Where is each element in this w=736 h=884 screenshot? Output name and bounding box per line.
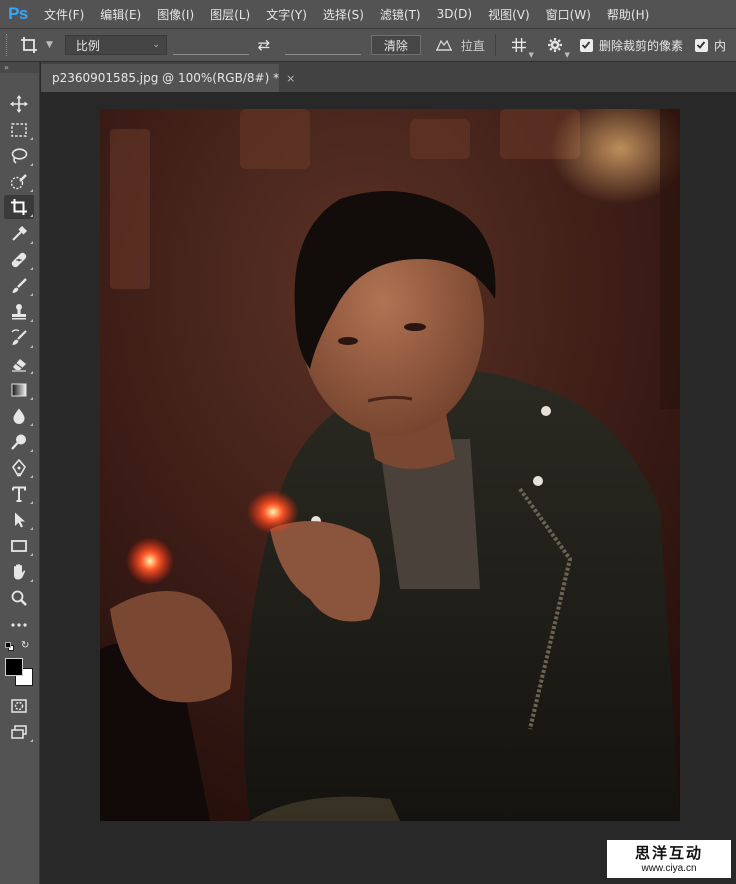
menu-bar: Ps 文件(F) 编辑(E) 图像(I) 图层(L) 文字(Y) 选择(S) 滤…	[0, 0, 736, 28]
close-icon[interactable]: ×	[286, 72, 295, 85]
more-tools-icon[interactable]	[4, 613, 34, 637]
eyedropper-tool-icon[interactable]	[4, 222, 34, 246]
menu-help[interactable]: 帮助(H)	[599, 6, 657, 23]
content-aware-checkbox[interactable]	[694, 38, 708, 52]
content-aware-label: 内	[713, 38, 726, 53]
dodge-tool-icon[interactable]	[4, 430, 34, 454]
brush-tool-icon[interactable]	[4, 274, 34, 298]
pen-tool-icon[interactable]	[4, 456, 34, 480]
zoom-tool-icon[interactable]	[4, 586, 34, 610]
swap-colors-icon[interactable]: ↻	[21, 640, 29, 652]
ratio-select[interactable]: 比例 ⌄	[64, 35, 167, 55]
document-image[interactable]	[100, 109, 680, 821]
document-tab-title: p2360901585.jpg @ 100%(RGB/8#) *	[52, 71, 280, 85]
menu-type[interactable]: 文字(Y)	[258, 6, 315, 23]
menu-file[interactable]: 文件(F)	[36, 6, 92, 23]
watermark-logo: 思洋互动 www.ciya.cn	[607, 840, 731, 878]
menu-view[interactable]: 视图(V)	[480, 6, 538, 23]
clone-stamp-tool-icon[interactable]	[4, 300, 34, 324]
overlay-grid-icon[interactable]: ▼	[506, 37, 534, 59]
hand-tool-icon[interactable]	[4, 560, 34, 584]
document-tab[interactable]: p2360901585.jpg @ 100%(RGB/8#) * ×	[41, 64, 295, 92]
watermark-url: www.ciya.cn	[641, 863, 697, 874]
path-selection-tool-icon[interactable]	[4, 508, 34, 532]
quick-selection-tool-icon[interactable]	[4, 170, 34, 194]
healing-brush-tool-icon[interactable]	[4, 248, 34, 272]
crop-tool-icon[interactable]	[4, 195, 34, 219]
eraser-tool-icon[interactable]	[4, 352, 34, 376]
menu-filter[interactable]: 滤镜(T)	[372, 6, 429, 23]
clear-button[interactable]: 清除	[370, 35, 421, 55]
marquee-tool-icon[interactable]	[4, 118, 34, 142]
photo-illustration	[100, 109, 680, 821]
screen-mode-icon[interactable]	[4, 720, 34, 744]
gear-icon[interactable]: ▼	[542, 37, 570, 59]
height-field[interactable]	[284, 35, 361, 55]
rectangle-tool-icon[interactable]	[4, 534, 34, 558]
collapse-panel-icon[interactable]: »	[0, 62, 39, 73]
menu-select[interactable]: 选择(S)	[315, 6, 372, 23]
app-logo[interactable]: Ps	[0, 0, 36, 28]
gradient-tool-icon[interactable]	[4, 378, 34, 402]
document-tab-bar: p2360901585.jpg @ 100%(RGB/8#) * ×	[41, 62, 736, 92]
chevron-down-icon[interactable]: ▼	[46, 40, 53, 50]
foreground-color-swatch[interactable]	[5, 658, 23, 676]
straighten-icon[interactable]	[433, 38, 455, 52]
width-field[interactable]	[172, 35, 249, 55]
crop-preset-icon[interactable]	[12, 32, 46, 58]
menu-3d[interactable]: 3D(D)	[429, 7, 480, 21]
menu-edit[interactable]: 编辑(E)	[92, 6, 149, 23]
move-tool-icon[interactable]	[4, 92, 34, 116]
ratio-value: 比例	[75, 38, 100, 53]
straighten-label[interactable]: 拉直	[461, 37, 485, 54]
default-colors-icon[interactable]	[5, 642, 14, 651]
delete-cropped-label: 删除裁剪的像素	[598, 38, 683, 53]
type-tool-icon[interactable]	[4, 482, 34, 506]
options-bar: ▼ 比例 ⌄ ⇄ 清除 拉直 ▼ ▼ 删除裁剪的像素 内	[0, 28, 736, 62]
divider	[494, 34, 496, 56]
menu-window[interactable]: 窗口(W)	[538, 6, 599, 23]
chevron-down-icon: ⌄	[152, 40, 160, 50]
swap-icon[interactable]: ⇄	[249, 36, 279, 54]
tools-panel: » ↻	[0, 62, 40, 884]
delete-cropped-checkbox[interactable]	[579, 38, 593, 52]
menu-layer[interactable]: 图层(L)	[202, 6, 258, 23]
quick-mask-icon[interactable]	[4, 694, 34, 718]
blur-tool-icon[interactable]	[4, 404, 34, 428]
watermark-title: 思洋互动	[634, 844, 703, 862]
menu-image[interactable]: 图像(I)	[149, 6, 202, 23]
canvas-area[interactable]	[41, 92, 736, 884]
lasso-tool-icon[interactable]	[4, 144, 34, 168]
history-brush-tool-icon[interactable]	[4, 326, 34, 350]
